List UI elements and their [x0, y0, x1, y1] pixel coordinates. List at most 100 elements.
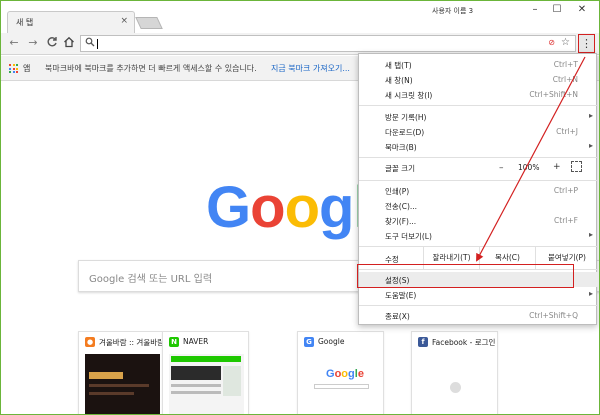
logo-letter: e — [357, 368, 364, 380]
logo-letter: o — [284, 175, 320, 240]
tile-header: ● 겨울바람 :: 겨울바람 — [79, 332, 164, 352]
address-bar[interactable]: ⊘ ☆ — [80, 35, 576, 52]
zoom-in-button[interactable]: + — [553, 162, 561, 172]
menu-item-label: 글꼴 크기 — [385, 164, 415, 173]
submenu-arrow-icon: ▸ — [588, 289, 593, 298]
menu-item-help[interactable]: 도움말(E) ▸ — [359, 287, 598, 302]
tile-title: NAVER — [183, 337, 209, 346]
maximize-icon[interactable]: ☐ — [545, 3, 569, 17]
menu-item-history[interactable]: 방문 기록(H) ▸ — [359, 109, 598, 124]
thumbnail-line — [89, 384, 149, 387]
favicon-icon: ● — [85, 337, 95, 347]
thumbnail-line — [89, 392, 134, 395]
tab-new-tab[interactable]: 새 탭 × — [7, 11, 135, 33]
menu-item-more-tools[interactable]: 도구 더보기(L) ▸ — [359, 228, 598, 243]
logo-letter: G — [206, 175, 251, 240]
reload-glyph — [47, 37, 57, 47]
menu-item-label: 새 창(N) — [385, 76, 413, 85]
back-icon[interactable]: ← — [7, 36, 21, 50]
thumbnail-header — [171, 356, 241, 362]
thumbnail-searchbox — [314, 384, 369, 389]
menu-item-find[interactable]: 찾기(F)... Ctrl+F — [359, 213, 598, 228]
menu-item-zoom: 글꼴 크기 – 100% + — [359, 160, 598, 175]
bookmarks-message: 북마크바에 북마크를 추가하면 더 빠르게 액세스할 수 있습니다. — [45, 64, 257, 73]
most-visited-tile[interactable]: ● 겨울바람 :: 겨울바람 — [78, 331, 165, 414]
tile-thumbnail — [418, 354, 493, 414]
logo-letter: G — [326, 368, 335, 380]
tile-title: 겨울바람 :: 겨울바람 — [99, 338, 163, 347]
menu-divider — [359, 180, 598, 181]
close-window-icon[interactable]: ✕ — [570, 3, 594, 17]
text-cursor — [97, 39, 98, 49]
search-placeholder: Google 검색 또는 URL 입력 — [89, 274, 213, 285]
menu-item-label: 도움말(E) — [385, 291, 417, 300]
apps-label[interactable]: 앱 — [23, 63, 30, 74]
fullscreen-icon[interactable] — [571, 161, 582, 172]
menu-divider — [359, 305, 598, 306]
home-glyph — [64, 36, 74, 48]
tile-header: f Facebook - 로그인 — [412, 332, 497, 352]
tile-thumbnail: Google — [304, 354, 379, 414]
new-tab-button[interactable] — [135, 17, 163, 29]
thumbnail-banner — [89, 372, 123, 379]
bookmark-star-icon[interactable]: ☆ — [561, 37, 570, 48]
thumbnail-line — [171, 391, 221, 394]
menu-item-label: 도구 더보기(L) — [385, 232, 432, 241]
menu-item-downloads[interactable]: 다운로드(D) Ctrl+J — [359, 124, 598, 139]
logo-letter: g — [319, 175, 354, 240]
menu-item-label: 인쇄(P) — [385, 187, 410, 196]
blocked-content-icon[interactable]: ⊘ — [548, 38, 555, 47]
tab-title: 새 탭 — [16, 18, 34, 27]
menu-item-label: 다운로드(D) — [385, 128, 425, 137]
menu-item-shortcut: Ctrl+Shift+Q — [529, 311, 578, 320]
menu-item-new-tab[interactable]: 새 탭(T) Ctrl+T — [359, 57, 598, 72]
thumbnail-banner — [171, 366, 221, 380]
menu-item-exit[interactable]: 종료(X) Ctrl+Shift+Q — [359, 308, 598, 323]
menu-item-shortcut: Ctrl+J — [556, 127, 578, 136]
menu-item-label: 새 시크릿 창(I) — [385, 91, 433, 100]
menu-item-bookmarks[interactable]: 북마크(B) ▸ — [359, 139, 598, 154]
menu-item-shortcut: Ctrl+T — [553, 60, 578, 69]
tile-header: N NAVER — [163, 332, 248, 352]
chrome-menu-button[interactable]: ⋮ — [578, 34, 595, 53]
menu-item-label: 전송(C)... — [385, 202, 418, 211]
menu-item-label: 찾기(F)... — [385, 217, 417, 226]
browser-window: 새 탭 × 사용자 이름 3 – ☐ ✕ ← → ⊘ ☆ ⋮ 앱 북마크바에 북… — [0, 0, 600, 415]
menu-item-new-window[interactable]: 새 창(N) Ctrl+N — [359, 72, 598, 87]
menu-divider — [359, 105, 598, 106]
minimize-icon[interactable]: – — [523, 3, 547, 17]
tile-title: Facebook - 로그인 — [432, 338, 496, 347]
submenu-arrow-icon: ▸ — [588, 111, 593, 120]
thumbnail-line — [171, 384, 221, 387]
menu-item-label: 방문 기록(H) — [385, 113, 427, 122]
most-visited-tile[interactable]: f Facebook - 로그인 — [411, 331, 498, 414]
tile-title: Google — [318, 337, 345, 346]
title-bar: 새 탭 × 사용자 이름 3 – ☐ ✕ — [1, 1, 599, 33]
menu-item-label: 북마크(B) — [385, 143, 417, 152]
menu-divider — [359, 157, 598, 158]
most-visited-tile[interactable]: G Google Google — [297, 331, 384, 414]
settings-highlight-box — [357, 264, 574, 288]
favicon-icon: G — [304, 337, 314, 347]
zoom-level: 100% — [518, 163, 540, 172]
reload-icon[interactable] — [45, 36, 59, 50]
menu-item-label: 새 탭(T) — [385, 61, 412, 70]
menu-item-shortcut: Ctrl+N — [552, 75, 578, 84]
close-tab-icon[interactable]: × — [120, 16, 128, 26]
forward-icon[interactable]: → — [26, 36, 40, 50]
menu-item-print[interactable]: 인쇄(P) Ctrl+P — [359, 183, 598, 198]
logo-letter: g — [348, 368, 355, 380]
toolbar: ← → ⊘ ☆ ⋮ — [1, 33, 599, 55]
menu-item-incognito[interactable]: 새 시크릿 창(I) Ctrl+Shift+N — [359, 87, 598, 102]
most-visited-tile[interactable]: N NAVER — [162, 331, 249, 414]
home-icon[interactable] — [62, 36, 76, 50]
logo-letter: o — [250, 175, 285, 240]
import-bookmarks-link[interactable]: 지금 북마크 가져오기... — [271, 63, 350, 74]
menu-item-shortcut: Ctrl+Shift+N — [529, 90, 578, 99]
search-glyph — [85, 37, 95, 47]
apps-icon[interactable] — [9, 64, 18, 73]
profile-name[interactable]: 사용자 이름 3 — [432, 6, 473, 16]
menu-item-shortcut: Ctrl+P — [553, 186, 578, 195]
menu-item-cast[interactable]: 전송(C)... — [359, 198, 598, 213]
zoom-out-button[interactable]: – — [499, 163, 504, 173]
